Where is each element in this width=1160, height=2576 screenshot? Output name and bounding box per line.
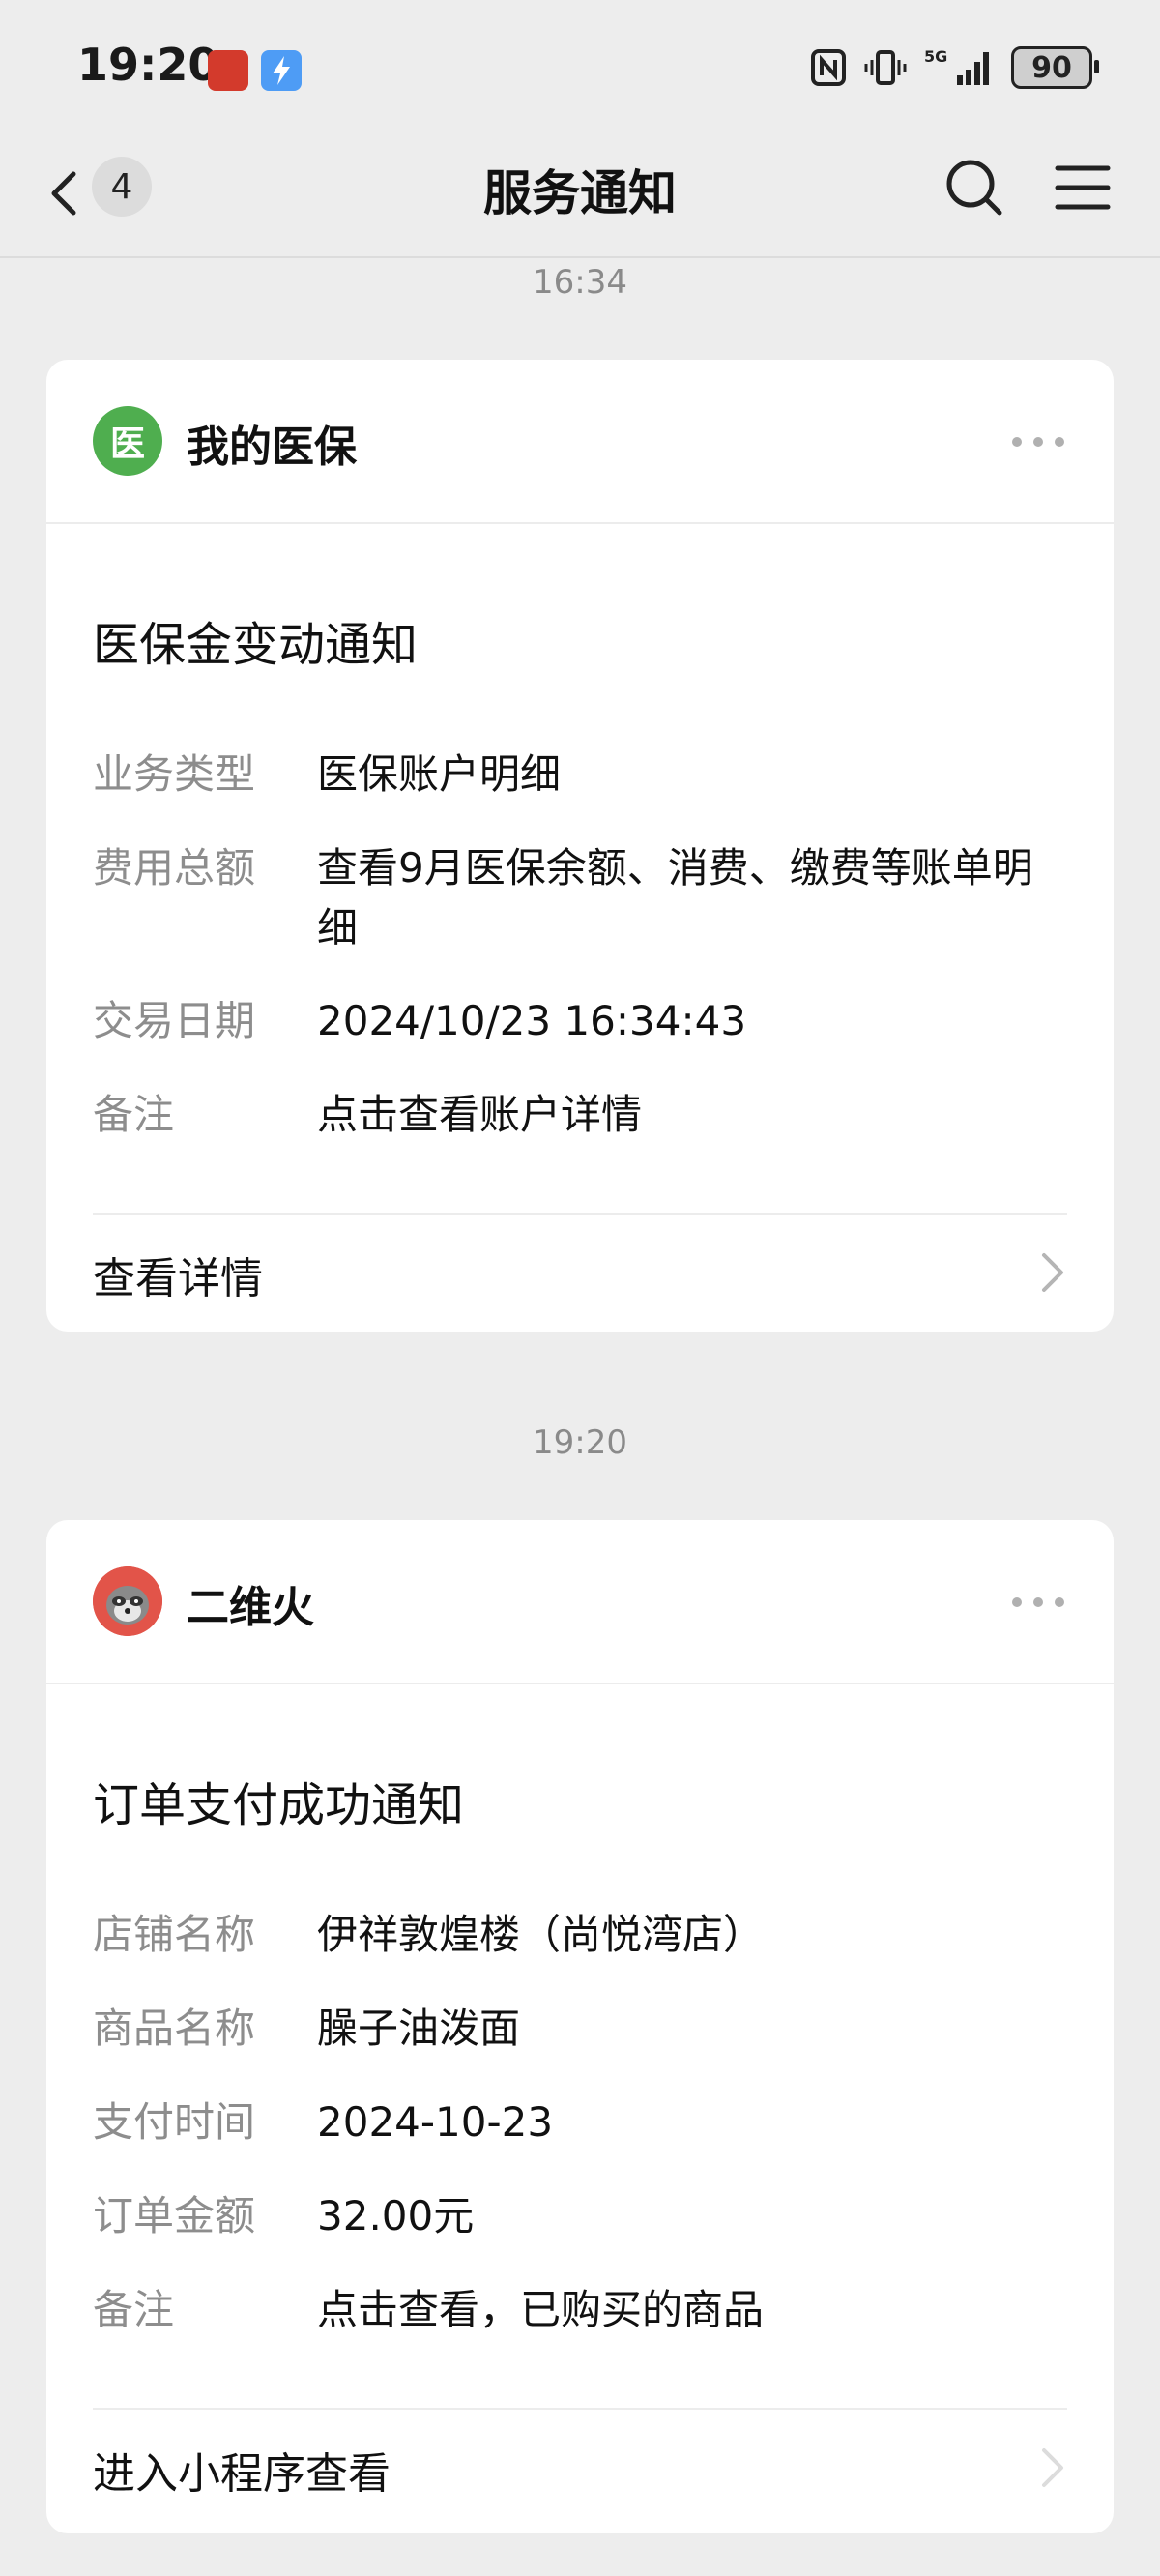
- notification-title: 医保金变动通知: [93, 618, 419, 672]
- detail-row: 费用总额 查看9月医保余额、消费、缴费等账单明细: [93, 838, 1067, 958]
- sender-avatar: [93, 1566, 162, 1636]
- more-button[interactable]: [1009, 427, 1067, 456]
- sender-name: 我的医保: [187, 423, 357, 472]
- more-icon: [1012, 1597, 1064, 1607]
- row-value: 2024-10-23: [317, 2098, 554, 2146]
- row-value: 医保账户明细: [317, 750, 562, 798]
- row-label: 订单金额: [93, 2192, 256, 2239]
- network-type-text: 5G: [924, 47, 947, 66]
- message-timestamp: 19:20: [533, 1423, 627, 1462]
- row-value: 点击查看，已购买的商品: [317, 2286, 765, 2333]
- card-header[interactable]: 二维火: [46, 1520, 1114, 1684]
- detail-row: 交易日期 2024/10/23 16:34:43: [93, 991, 1067, 1051]
- notification-card-order: 二维火 订单支付成功通知 店铺名称 伊祥敦煌楼（尚悦湾店） 商品名称 臊子油泼面…: [46, 1520, 1114, 2533]
- detail-row: 备注 点击查看账户详情: [93, 1085, 1067, 1145]
- row-value: 2024/10/23 16:34:43: [317, 997, 747, 1044]
- menu-button[interactable]: [1052, 157, 1114, 219]
- open-mini-program-link[interactable]: 进入小程序查看: [93, 2408, 1067, 2526]
- row-value: 臊子油泼面: [317, 2005, 521, 2052]
- row-label: 支付时间: [93, 2098, 256, 2146]
- chevron-right-icon: [1042, 2448, 1063, 2487]
- row-label: 备注: [93, 1091, 175, 1138]
- sender-avatar: 医: [93, 406, 162, 476]
- nfc-icon: [811, 49, 846, 86]
- chevron-right-icon: [1042, 1253, 1063, 1292]
- row-label: 备注: [93, 2286, 175, 2333]
- battery-icon: 90: [1011, 46, 1099, 89]
- detail-row: 订单金额 32.00元: [93, 2186, 1067, 2246]
- detail-row: 备注 点击查看，已购买的商品: [93, 2280, 1067, 2340]
- notification-title: 订单支付成功通知: [93, 1778, 465, 1832]
- vibrate-icon: [864, 50, 907, 85]
- row-label: 店铺名称: [93, 1911, 256, 1958]
- lightning-app-icon: [261, 50, 302, 91]
- card-header[interactable]: 医 我的医保: [46, 360, 1114, 524]
- row-label: 费用总额: [93, 844, 256, 892]
- row-label: 交易日期: [93, 997, 256, 1044]
- search-icon: [946, 160, 1002, 216]
- detail-row: 店铺名称 伊祥敦煌楼（尚悦湾店）: [93, 1905, 1067, 1965]
- row-value: 32.00元: [317, 2192, 475, 2239]
- status-time: 19:20: [77, 39, 219, 91]
- menu-icon: [1055, 165, 1111, 210]
- detail-row: 商品名称 臊子油泼面: [93, 1999, 1067, 2059]
- battery-level: 90: [1031, 50, 1072, 85]
- view-details-link[interactable]: 查看详情: [93, 1213, 1067, 1331]
- raccoon-mascot-icon: [93, 1566, 162, 1636]
- status-indicators: 5G 90: [810, 46, 1099, 89]
- status-bar: 19:20 5G 90: [0, 0, 1160, 135]
- more-icon: [1012, 437, 1064, 447]
- detail-row: 支付时间 2024-10-23: [93, 2093, 1067, 2152]
- more-button[interactable]: [1009, 1588, 1067, 1617]
- footer-label: 查看详情: [93, 1254, 263, 1303]
- notification-card-medical: 医 我的医保 医保金变动通知 业务类型 医保账户明细 费用总额 查看9月医保余额…: [46, 360, 1114, 1332]
- footer-label: 进入小程序查看: [93, 2449, 391, 2499]
- row-value: 点击查看账户详情: [317, 1091, 643, 1138]
- sender-name: 二维火: [187, 1583, 314, 1632]
- row-label: 商品名称: [93, 2005, 256, 2052]
- row-label: 业务类型: [93, 750, 256, 798]
- detail-row: 业务类型 医保账户明细: [93, 745, 1067, 805]
- signal-5g-icon: 5G: [924, 47, 989, 85]
- row-value: 伊祥敦煌楼（尚悦湾店）: [317, 1911, 765, 1958]
- message-timestamp: 16:34: [533, 263, 627, 302]
- search-button[interactable]: [943, 157, 1005, 219]
- nav-bar: 4 服务通知: [0, 135, 1160, 258]
- row-value: 查看9月医保余额、消费、缴费等账单明细: [317, 844, 1033, 951]
- app-notification-icon: [208, 50, 248, 91]
